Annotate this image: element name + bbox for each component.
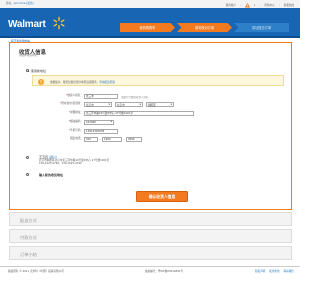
input-new-address-radio[interactable] <box>26 172 29 176</box>
phone-ext-input[interactable]: 0596 <box>126 137 142 142</box>
detail-address-input[interactable]: 北三环中路10号建X中心 27号楼1201室 <box>84 110 194 116</box>
dash: - <box>123 137 125 141</box>
section-order-summary[interactable]: 订单小结 <box>9 246 292 260</box>
phone-number-input[interactable]: 1900 <box>102 137 122 142</box>
icp-number: 备案编号：粤ICP备05014891号 <box>145 269 184 273</box>
delivery-alert: 重要提示：我们仅提供部分地区送货服务，查询配送范围 <box>32 75 284 86</box>
zip-select[interactable]: 101600 ▼ <box>84 119 114 125</box>
new-address-radio[interactable] <box>26 69 29 72</box>
alert-text: 重要提示：我们仅提供部分地区送货服务，查询配送范围 <box>50 81 115 84</box>
name-input[interactable]: 张三丰 <box>84 93 118 99</box>
separator: | <box>278 3 280 7</box>
copyright: 版权所有 © 2011 沃尔玛（中国）投资有限公司 <box>8 269 64 273</box>
contact-link[interactable]: 联系我们 <box>284 270 294 274</box>
cart-count: 1 <box>253 3 256 7</box>
help-center-link[interactable]: 帮助中心 <box>264 4 274 8</box>
step-cart: 我的购物车 <box>120 23 175 32</box>
checkout-steps: 我的购物车 填写核对订单 成功提交订单 <box>120 23 291 32</box>
input-new-address-label: 输入新的收货地址 <box>39 172 64 177</box>
delivery-range-link[interactable]: 查询配送范围 <box>99 81 115 84</box>
section-payment[interactable]: 付款方式 <box>9 229 292 243</box>
district-select[interactable]: 朝阳区 ▼ <box>146 102 174 107</box>
separator: | <box>259 3 261 7</box>
step-submit-order: 成功提交订单 <box>234 23 289 32</box>
province-select[interactable]: 北京市 ▼ <box>84 102 112 107</box>
username-link[interactable]: John Doe <box>14 2 26 5</box>
greeting: 您好，John Doe [退出] <box>6 1 34 5</box>
address-panel: 收货人信息 请选择收货地址 使用新地址 重要提示：我们仅提供部分地区送货服务，查… <box>9 42 292 210</box>
footer-links: 隐私声明 使用条款 联系我们 <box>255 270 294 274</box>
separator: | <box>239 3 241 7</box>
hotline-link[interactable]: 客服热线 <box>284 4 294 8</box>
name-label: *收货人姓名： <box>66 93 83 97</box>
form-row-detail: *详细地址： 北三环中路10号建X中心 27号楼1201室 <box>10 110 293 116</box>
form-row-region: *所在省市/直辖市： 北京市 ▼ 北京市 ▼ 朝阳区 ▼ <box>10 102 293 108</box>
chevron-down-icon: ▼ <box>108 103 110 106</box>
footer: 版权所有 © 2011 沃尔玛（中国）投资有限公司 备案编号：粤ICP备0501… <box>0 266 300 276</box>
logout-link[interactable]: [退出] <box>26 2 33 5</box>
mobile-label: *手机号码： <box>68 128 83 132</box>
zip-label: *邮政编码： <box>68 119 83 123</box>
warning-icon <box>38 78 44 85</box>
section-delivery[interactable]: 配送方式 <box>9 212 292 226</box>
saved-address-radio[interactable] <box>26 155 29 159</box>
region-label: *所在省市/直辖市： <box>60 102 83 106</box>
terms-link[interactable]: 使用条款 <box>269 270 279 274</box>
confirm-consignee-button[interactable]: 确认收货人信息 <box>136 191 188 202</box>
chevron-down-icon: ▼ <box>170 103 172 106</box>
chevron-down-icon: ▼ <box>110 121 112 123</box>
phone-area-input[interactable]: 010 <box>84 137 98 142</box>
new-address-label: 使用新地址 <box>31 68 47 73</box>
form-row-zip: *邮政编码： 101600 ▼ <box>10 119 293 125</box>
saved-address-phone: 139-1525-4792，139-1525-4792 <box>39 162 82 165</box>
form-row-name: *收货人姓名： 张三丰 请填写完整的收货人姓名 <box>10 93 293 99</box>
step-fill-order: 填写核对订单 <box>177 23 232 32</box>
form-row-phone: 固定电话： 010 - 1900 - 0596 <box>10 137 293 143</box>
spark-logo-icon <box>53 16 65 30</box>
dash: - <box>99 137 101 141</box>
mobile-input[interactable]: 13912345678 <box>84 128 118 134</box>
form-row-mobile: *手机号码： 13912345678 <box>10 128 293 134</box>
walmart-logo[interactable]: Walmart <box>8 19 46 30</box>
my-account-link[interactable]: 我的账户 <box>226 4 236 8</box>
detail-label: *详细地址： <box>68 110 83 114</box>
name-hint: 请填写完整的收货人姓名 <box>121 95 149 99</box>
panel-subtitle: 请选择收货地址 <box>19 53 38 57</box>
site-header: Walmart 我的购物车 填写核对订单 成功提交订单 <box>0 8 300 38</box>
city-select[interactable]: 北京市 ▼ <box>115 102 143 107</box>
chevron-down-icon: ▼ <box>139 103 141 106</box>
phone-label: 固定电话： <box>70 137 83 141</box>
privacy-link[interactable]: 隐私声明 <box>255 270 265 274</box>
